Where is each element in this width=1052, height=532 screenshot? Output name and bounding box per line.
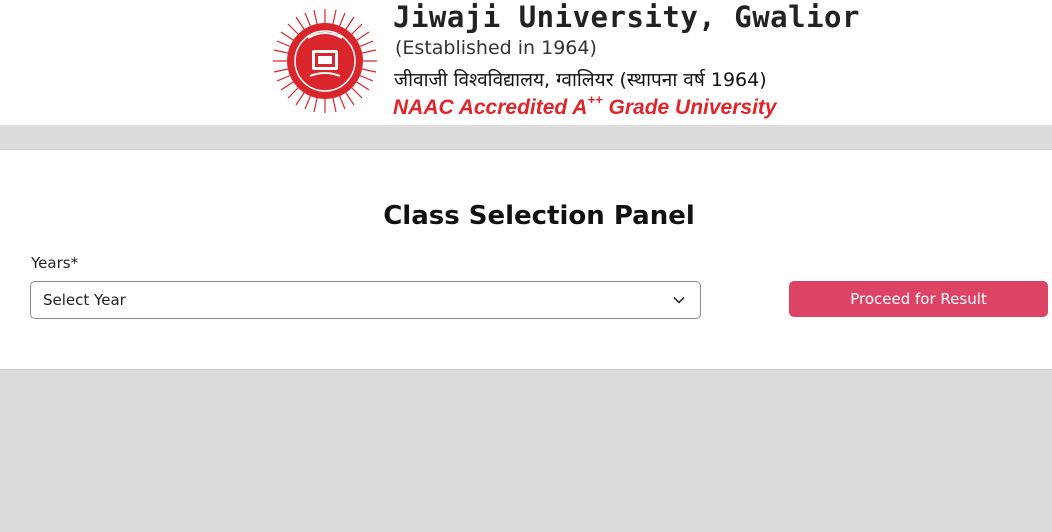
- years-label: Years*: [31, 254, 79, 272]
- established-year: (Established in 1964): [395, 37, 597, 59]
- university-seal-icon: [273, 9, 377, 113]
- page-background: [0, 370, 1052, 532]
- university-name: Jiwaji University, Gwalior: [393, 0, 860, 34]
- naac-suffix: Grade University: [602, 96, 777, 119]
- naac-prefix: NAAC Accredited A: [393, 96, 588, 119]
- header-divider-strip: [0, 125, 1052, 149]
- year-select-value: Select Year: [43, 291, 126, 309]
- site-header: Jiwaji University, Gwalior (Established …: [0, 0, 1052, 125]
- panel-title: Class Selection Panel: [383, 201, 695, 231]
- naac-accreditation: NAAC Accredited A++ Grade University: [393, 92, 777, 120]
- year-select[interactable]: Select Year: [30, 281, 701, 319]
- university-name-hindi: जीवाजी विश्वविद्यालय, ग्वालियर (स्थापना …: [394, 69, 767, 91]
- proceed-for-result-button[interactable]: Proceed for Result: [789, 281, 1048, 317]
- chevron-down-icon: [673, 296, 685, 304]
- class-selection-panel: Class Selection Panel Years* Select Year…: [0, 149, 1052, 370]
- naac-grade-sup: ++: [587, 92, 603, 107]
